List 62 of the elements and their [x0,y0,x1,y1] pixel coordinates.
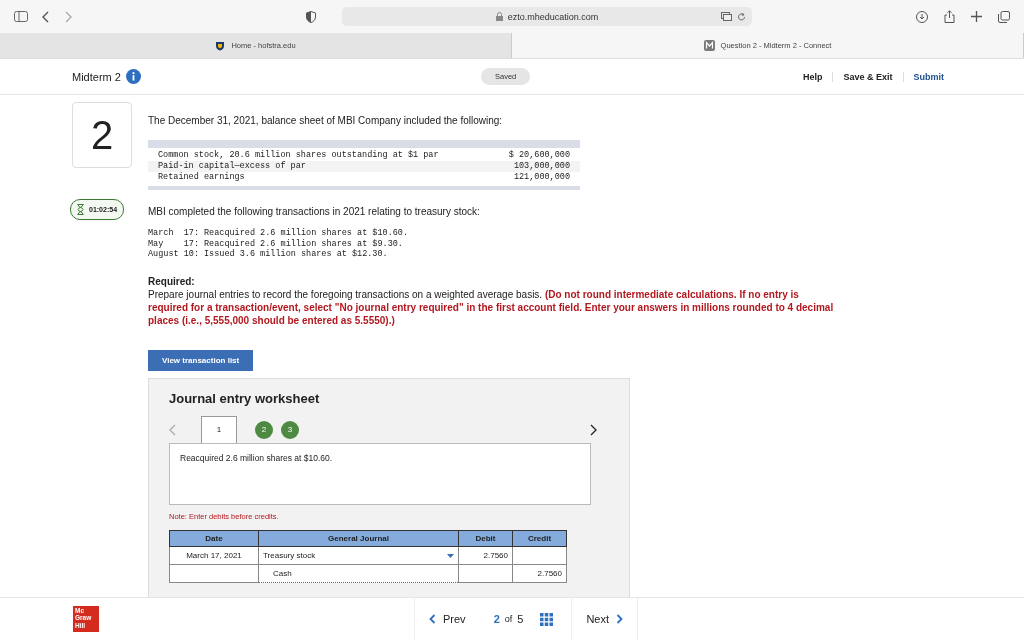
shield-logo-icon [215,40,226,51]
transaction-text: Issued 3.6 million shares at $12.30. [204,249,388,259]
entry-tab[interactable]: 3 [281,420,299,439]
credit-field[interactable]: 2.7560 [512,564,567,582]
next-icon[interactable] [589,423,597,436]
current-page: 2 [493,613,500,625]
table-cell: 121,000,000 [513,172,570,183]
reader-icon[interactable] [721,12,732,21]
transaction-text: Reacquired 2.6 million shares at $10.60. [204,228,409,238]
required-heading: Required: [148,275,196,287]
debit-field[interactable] [458,564,513,582]
back-icon[interactable] [42,10,50,23]
table-cell: Paid-in capital—excess of par [158,161,306,172]
date-cell: March 17, 2021 [169,546,259,564]
sidebar-icon[interactable] [14,11,28,22]
header-link[interactable]: Help [792,71,833,82]
transaction-text: Reacquired 2.6 million shares at $9.30. [204,238,403,249]
transaction-date: August 10: [148,249,199,259]
entry-tab[interactable]: 1 [201,415,237,443]
column-header: Date [169,530,259,546]
question-text: MBI completed the following transactions in 2021 relating to treasury stock: [148,206,481,217]
share-icon[interactable] [944,10,955,23]
table-cell: Retained earnings [158,172,245,183]
account-field[interactable]: Cash [258,564,459,582]
address-bar[interactable]: ezto.mheducation.com [342,7,752,26]
exam-title: Midterm 2 [72,70,121,83]
transaction-date: May 17: [148,238,199,249]
page-total: 5 [517,613,524,625]
hourglass-icon [77,204,84,215]
info-icon[interactable] [125,69,141,84]
question-number: 2 [72,102,132,168]
column-header: Credit [512,530,567,546]
prev-button[interactable]: Prev [414,598,480,640]
column-header: Debit [458,530,513,546]
grid-icon[interactable] [540,612,554,626]
dropdown-icon[interactable] [447,553,454,558]
column-header: General Journal [258,530,459,546]
reload-icon[interactable] [737,11,746,22]
lock-icon [495,12,503,21]
header-link[interactable]: Save & Exit [832,71,903,82]
entry-tab[interactable]: 2 [255,420,273,439]
table-cell: Common stock, 20.6 million shares outstanding at $1 par [158,150,439,161]
header-link[interactable]: Submit [902,71,954,82]
transaction-date: March 17: [148,228,199,238]
shield-icon[interactable] [306,10,316,23]
table-cell: 103,000,000 [513,161,570,172]
worksheet-title: Journal entry worksheet [169,390,321,406]
download-icon[interactable] [916,10,928,23]
question-text: The December 31, 2021, balance sheet of MBI Company included the following: [148,115,504,126]
entry-description: Reacquired 2.6 million shares at $10.60. [169,442,591,505]
chevron-right-icon [616,614,623,624]
table-cell: $ 20,600,000 [508,150,570,161]
view-transaction-list-button[interactable]: View transaction list [148,349,254,371]
chevron-left-icon [429,614,436,624]
letter-m-icon [703,40,715,51]
tabs-icon[interactable] [998,10,1010,23]
page-of: of [504,614,513,624]
debit-field[interactable]: 2.7560 [458,546,513,564]
next-button[interactable]: Next [571,598,638,640]
credit-field[interactable] [512,546,567,564]
plus-icon[interactable] [971,11,982,22]
instruction-text: Prepare journal entries to record the foregoing transactions on a weighted average basis. (Do not round intermediate calculations. If no entry is required for a transaction/event, select "No journal entry required" in the first account field. Enter your answers in millions rounded to 4 decimal places (i.e., 5,555,000 should be entered as 5.5550).) [148,287,835,327]
